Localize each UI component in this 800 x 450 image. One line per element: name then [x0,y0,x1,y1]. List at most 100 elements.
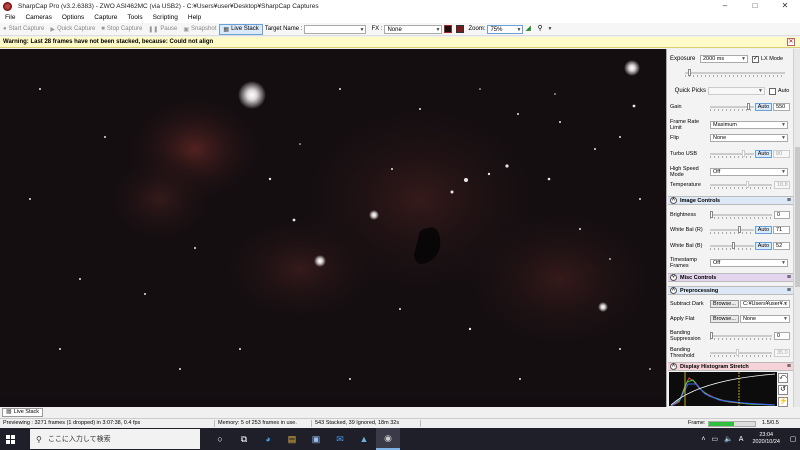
reticle-icon[interactable] [456,25,465,33]
ime-icon[interactable]: A [739,436,744,443]
brightness-value[interactable]: 0 [774,211,790,219]
pause-button[interactable]: ❚❚ Pause [145,24,180,35]
gain-slider[interactable] [709,103,754,111]
display-histogram-header[interactable]: ˄ Display Histogram Stretch ≡ [668,362,793,371]
exposure-slider[interactable] [685,69,785,77]
wb-red-value[interactable]: 71 [773,226,790,234]
maximize-button[interactable]: □ [740,0,770,12]
panel-scroll-thumb[interactable] [795,147,800,287]
timestamp-select[interactable]: Off ▼ [710,259,788,267]
fx-select[interactable]: None ▼ [384,24,443,34]
exposure-input[interactable]: 2000 ms ▼ [700,55,748,63]
mail-icon[interactable]: ✉ [328,428,352,450]
status-frame-time: 1.5/0.5 [762,420,779,426]
cortana-icon[interactable]: ○ [208,428,232,450]
quick-capture-button[interactable]: ▶ Quick Capture [47,24,98,35]
auto-exposure-checkbox[interactable] [769,87,776,95]
hamburger-menu-icon[interactable]: ≡ [787,287,791,294]
misc-controls-header[interactable]: ˅ Misc Controls ≡ [668,273,793,282]
turbo-usb-value[interactable]: 80 [773,150,790,158]
high-speed-select[interactable]: Off ▼ [710,168,788,176]
brightness-row: Brightness 0 [670,211,790,219]
image-controls-header[interactable]: ˄ Image Controls ≡ [668,196,793,205]
chevron-down-icon: ▼ [359,26,365,33]
wb-red-auto-button[interactable]: Auto [754,226,773,234]
lightning-icon[interactable]: ⚡ [778,397,788,407]
chevron-down-icon[interactable]: ▼ [547,26,552,32]
hamburger-menu-icon[interactable]: ≡ [787,363,791,370]
taskbar-search-box[interactable]: ⚲ ここに入力して検索 [30,429,200,449]
wb-red-label: White Bal (R) [670,227,703,233]
turbo-usb-slider[interactable] [709,150,754,158]
fx-label: FX : [371,26,383,32]
network-icon[interactable]: ▭ [711,435,718,443]
subtract-dark-select[interactable]: C:¥Users¥user¥... ▼ [739,300,790,308]
menu-options[interactable]: Options [57,12,89,23]
panel-vertical-scrollbar[interactable] [793,49,800,407]
app-icon[interactable]: ▲ [352,428,376,450]
close-button[interactable]: ✕ [770,0,800,12]
quick-picks-select[interactable]: ▼ [708,87,765,95]
wb-blue-auto-button[interactable]: Auto [754,242,773,250]
live-stack-button[interactable]: ▦ Live Stack [219,23,263,35]
frame-progress-bar [708,421,756,427]
gain-auto-button[interactable]: Auto [754,103,773,111]
chevron-down-icon: ▼ [781,135,786,141]
crosshair-icon[interactable] [444,25,453,33]
warning-close-button[interactable]: ✕ [787,38,795,46]
preprocessing-header[interactable]: ˄ Preprocessing ≡ [668,286,793,295]
frame-rate-select[interactable]: Maximum ▼ [710,121,788,129]
stretch-tool-icon[interactable]: ⤺ [778,373,788,383]
reset-icon[interactable]: ↺ [778,385,788,395]
histogram-icon[interactable]: ◢ [525,25,533,33]
hamburger-menu-icon[interactable]: ≡ [787,197,791,204]
subtract-dark-browse-button[interactable]: Browse... [710,300,739,308]
edge-browser-icon[interactable]: ◕ [256,428,280,450]
start-capture-button[interactable]: ● Start Capture [0,24,47,35]
volume-icon[interactable]: 🔈 [724,435,733,443]
menu-scripting[interactable]: Scripting [148,12,183,23]
brightness-slider[interactable] [710,211,772,219]
menu-file[interactable]: File [0,12,20,23]
hamburger-menu-icon[interactable]: ≡ [787,274,791,281]
flip-select[interactable]: None ▼ [710,134,788,142]
task-view-icon[interactable]: ⧉ [232,428,256,450]
banding-suppression-value[interactable]: 0 [774,332,790,340]
menu-cameras[interactable]: Cameras [20,12,56,23]
turbo-usb-auto-button[interactable]: Auto [754,150,773,158]
pause-icon: ❚❚ [148,26,159,33]
tray-chevron-icon[interactable]: ˄ [701,436,705,443]
sharpcap-taskbar-icon[interactable]: ◉ [376,428,400,450]
lx-mode-label: LX Mode [761,56,784,62]
menu-capture[interactable]: Capture [89,12,122,23]
menu-tools[interactable]: Tools [122,12,147,23]
lx-mode-checkbox[interactable]: ✓ [752,55,759,63]
window-controls: – □ ✕ [710,0,800,12]
gain-value-input[interactable]: 550 [773,103,790,111]
magnifier-icon[interactable]: ⚲ [537,25,545,33]
zoom-select[interactable]: 75% ▼ [487,24,524,34]
temperature-value: 18.8 [774,181,790,189]
live-image-viewport[interactable]: ◀ ▶ [0,49,666,407]
quick-capture-icon: ▶ [50,26,55,33]
minimize-button[interactable]: – [710,0,740,12]
wb-red-slider[interactable] [709,226,754,234]
taskbar-clock[interactable]: 23:04 2020/10/24 [752,432,780,446]
live-stack-tab[interactable]: ▦ Live Stack [2,408,44,417]
apply-flat-row: Apply Flat Browse... None ▼ [670,315,790,323]
windows-start-button[interactable] [6,434,22,444]
notification-icon[interactable]: ▢ [786,428,800,450]
apply-flat-browse-button[interactable]: Browse... [710,315,739,323]
apply-flat-select[interactable]: None ▼ [739,315,790,323]
snapshot-button[interactable]: ▣ Snapshot [180,24,219,35]
banding-suppression-slider[interactable] [710,332,772,340]
target-name-input[interactable]: ▼ [304,24,367,34]
wb-blue-value[interactable]: 52 [773,242,790,250]
stop-capture-button[interactable]: ■ Stop Capture [98,24,145,35]
menu-help[interactable]: Help [183,12,206,23]
store-icon[interactable]: ▣ [304,428,328,450]
file-explorer-icon[interactable]: ▤ [280,428,304,450]
wb-blue-slider[interactable] [709,242,754,250]
high-speed-label: High Speed Mode [670,166,699,178]
histogram-graph[interactable] [669,372,777,406]
